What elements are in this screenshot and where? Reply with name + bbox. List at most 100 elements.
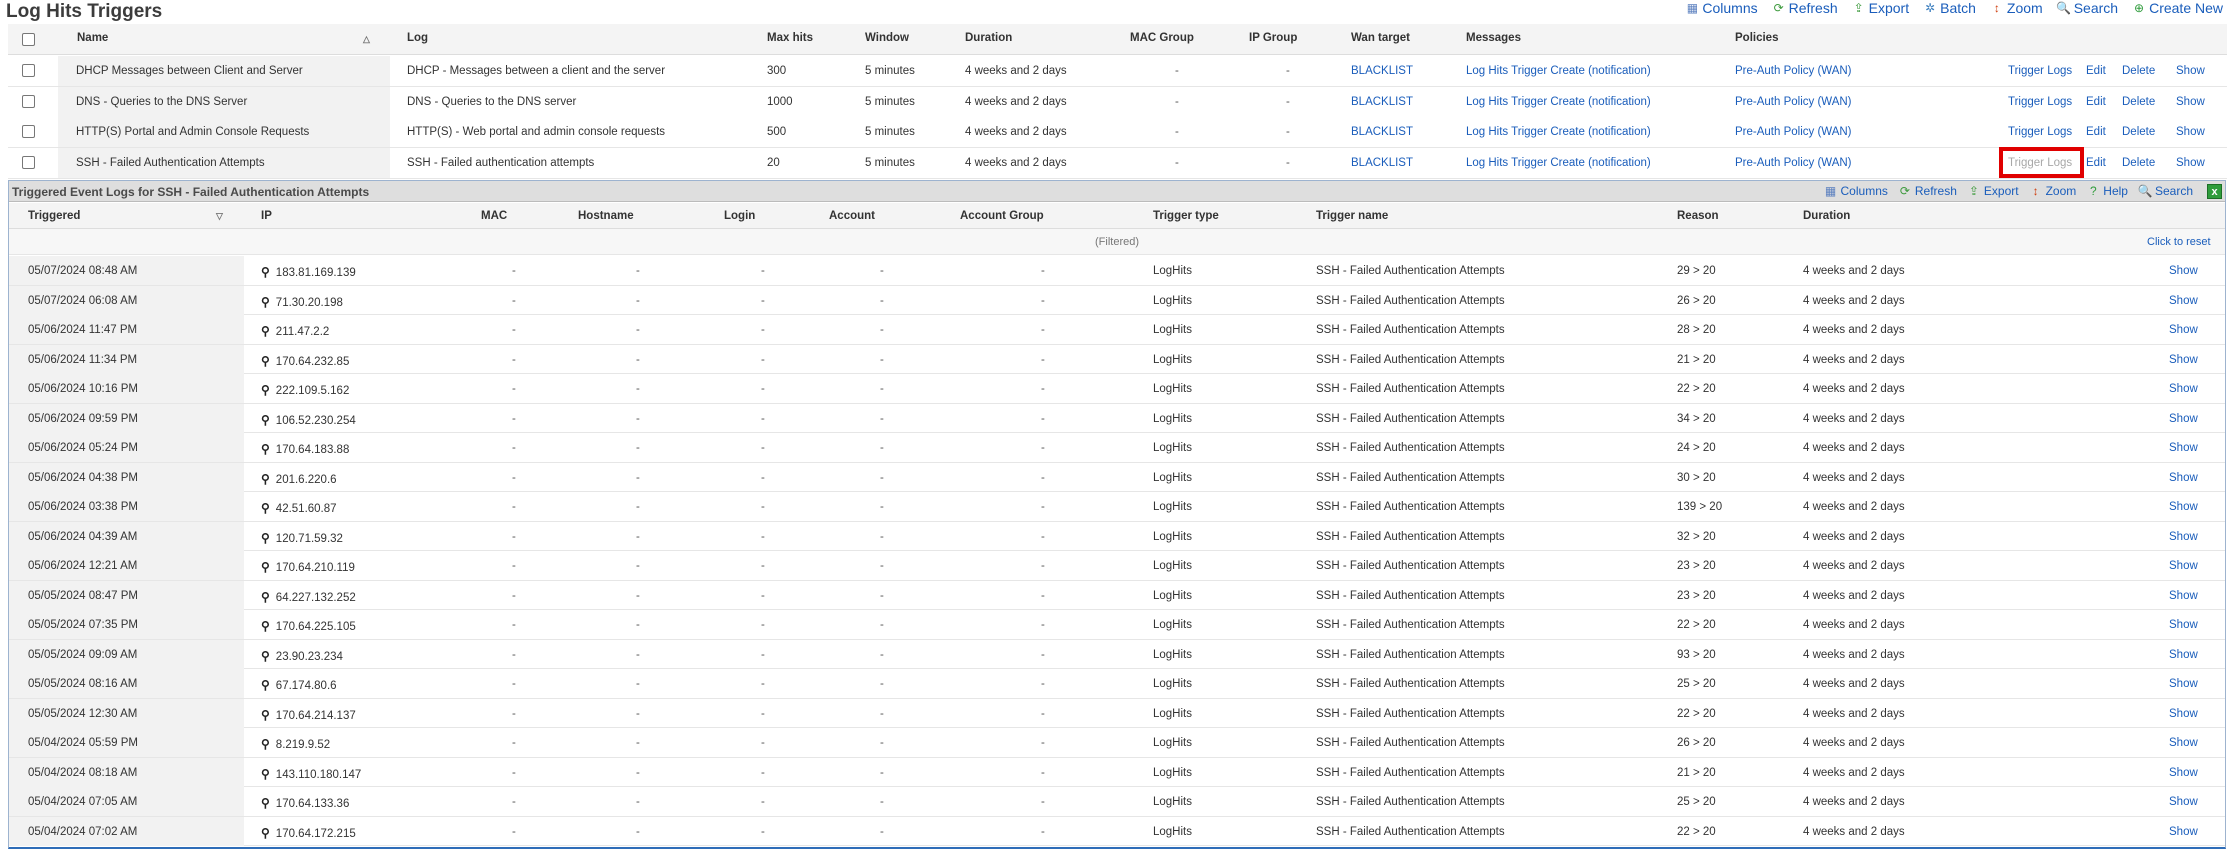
create-new-button[interactable]: ⊕ Create New <box>2132 0 2223 16</box>
magnifier-icon[interactable]: ⚲ <box>261 619 270 633</box>
wan-target-link[interactable]: BLACKLIST <box>1351 126 1413 138</box>
magnifier-icon[interactable]: ⚲ <box>261 796 270 810</box>
close-icon[interactable]: x <box>2207 184 2222 199</box>
export-button[interactable]: ⇪ Export <box>1852 0 1910 16</box>
col-triggered-header[interactable]: Triggered <box>28 210 80 222</box>
col-reason-header[interactable]: Reason <box>1677 210 1719 222</box>
columns-button[interactable]: ▦ Columns <box>1824 184 1888 198</box>
magnifier-icon[interactable]: ⚲ <box>261 413 270 427</box>
zoom-button[interactable]: ↕ Zoom <box>2029 184 2077 198</box>
policy-link[interactable]: Pre-Auth Policy (WAN) <box>1735 65 1852 77</box>
refresh-button[interactable]: ⟳ Refresh <box>1898 184 1957 198</box>
edit-link[interactable]: Edit <box>2086 65 2106 77</box>
show-link[interactable]: Show <box>2169 708 2198 720</box>
col-trigger-name-header[interactable]: Trigger name <box>1316 210 1388 222</box>
col-wan-target-header[interactable]: Wan target <box>1351 32 1410 44</box>
wan-target-link[interactable]: BLACKLIST <box>1351 65 1413 77</box>
search-button[interactable]: 🔍 Search <box>2056 0 2118 16</box>
export-button[interactable]: ⇪ Export <box>1967 184 2019 198</box>
search-button[interactable]: 🔍 Search <box>2138 184 2194 198</box>
col-duration-header[interactable]: Duration <box>1803 210 1850 222</box>
policy-link[interactable]: Pre-Auth Policy (WAN) <box>1735 157 1852 169</box>
show-link[interactable]: Show <box>2169 383 2198 395</box>
delete-link[interactable]: Delete <box>2122 126 2155 138</box>
row-checkbox[interactable] <box>22 155 35 169</box>
magnifier-icon[interactable]: ⚲ <box>261 826 270 840</box>
edit-link[interactable]: Edit <box>2086 157 2106 169</box>
magnifier-icon[interactable]: ⚲ <box>261 354 270 368</box>
trigger-logs-link[interactable]: Trigger Logs <box>2008 65 2072 77</box>
reset-filter-link[interactable]: Click to reset <box>2147 236 2211 248</box>
col-max-hits-header[interactable]: Max hits <box>767 32 813 44</box>
delete-link[interactable]: Delete <box>2122 157 2155 169</box>
show-link[interactable]: Show <box>2176 96 2205 108</box>
magnifier-icon[interactable]: ⚲ <box>261 590 270 604</box>
select-all-checkbox[interactable] <box>22 33 35 46</box>
show-link[interactable]: Show <box>2169 560 2198 572</box>
row-checkbox[interactable] <box>22 64 35 77</box>
show-link[interactable]: Show <box>2169 649 2198 661</box>
magnifier-icon[interactable]: ⚲ <box>261 678 270 692</box>
col-account-group-header[interactable]: Account Group <box>960 210 1044 222</box>
sort-asc-icon[interactable]: △ <box>363 34 370 45</box>
messages-link[interactable]: Log Hits Trigger Create (notification) <box>1466 126 1651 138</box>
policy-link[interactable]: Pre-Auth Policy (WAN) <box>1735 96 1852 108</box>
show-link[interactable]: Show <box>2169 767 2198 779</box>
delete-link[interactable]: Delete <box>2122 65 2155 77</box>
magnifier-icon[interactable]: ⚲ <box>261 708 270 722</box>
wan-target-link[interactable]: BLACKLIST <box>1351 96 1413 108</box>
col-hostname-header[interactable]: Hostname <box>578 210 634 222</box>
magnifier-icon[interactable]: ⚲ <box>261 531 270 545</box>
show-link[interactable]: Show <box>2169 295 2198 307</box>
batch-button[interactable]: ✲ Batch <box>1923 0 1976 16</box>
sort-desc-icon[interactable]: ▽ <box>216 211 223 222</box>
show-link[interactable]: Show <box>2169 413 2198 425</box>
policy-link[interactable]: Pre-Auth Policy (WAN) <box>1735 126 1852 138</box>
edit-link[interactable]: Edit <box>2086 126 2106 138</box>
col-ip-header[interactable]: IP <box>261 210 272 222</box>
magnifier-icon[interactable]: ⚲ <box>261 560 270 574</box>
trigger-logs-link[interactable]: Trigger Logs <box>2008 126 2072 138</box>
col-window-header[interactable]: Window <box>865 32 909 44</box>
show-link[interactable]: Show <box>2169 472 2198 484</box>
show-link[interactable]: Show <box>2169 265 2198 277</box>
magnifier-icon[interactable]: ⚲ <box>261 295 270 309</box>
col-policies-header[interactable]: Policies <box>1735 32 1778 44</box>
col-trigger-type-header[interactable]: Trigger type <box>1153 210 1219 222</box>
magnifier-icon[interactable]: ⚲ <box>261 472 270 486</box>
show-link[interactable]: Show <box>2176 126 2205 138</box>
show-link[interactable]: Show <box>2169 678 2198 690</box>
magnifier-icon[interactable]: ⚲ <box>261 737 270 751</box>
edit-link[interactable]: Edit <box>2086 96 2106 108</box>
messages-link[interactable]: Log Hits Trigger Create (notification) <box>1466 157 1651 169</box>
trigger-logs-link[interactable]: Trigger Logs <box>2008 96 2072 108</box>
messages-link[interactable]: Log Hits Trigger Create (notification) <box>1466 65 1651 77</box>
col-log-header[interactable]: Log <box>407 32 428 44</box>
col-duration-header[interactable]: Duration <box>965 32 1012 44</box>
col-login-header[interactable]: Login <box>724 210 755 222</box>
help-button[interactable]: ? Help <box>2086 184 2128 198</box>
delete-link[interactable]: Delete <box>2122 96 2155 108</box>
wan-target-link[interactable]: BLACKLIST <box>1351 157 1413 169</box>
show-link[interactable]: Show <box>2169 501 2198 513</box>
magnifier-icon[interactable]: ⚲ <box>261 501 270 515</box>
show-link[interactable]: Show <box>2176 65 2205 77</box>
show-link[interactable]: Show <box>2176 157 2205 169</box>
col-mac-group-header[interactable]: MAC Group <box>1130 32 1194 44</box>
magnifier-icon[interactable]: ⚲ <box>261 383 270 397</box>
show-link[interactable]: Show <box>2169 354 2198 366</box>
messages-link[interactable]: Log Hits Trigger Create (notification) <box>1466 96 1651 108</box>
show-link[interactable]: Show <box>2169 796 2198 808</box>
show-link[interactable]: Show <box>2169 619 2198 631</box>
col-ip-group-header[interactable]: IP Group <box>1249 32 1297 44</box>
show-link[interactable]: Show <box>2169 826 2198 838</box>
col-mac-header[interactable]: MAC <box>481 210 507 222</box>
zoom-button[interactable]: ↕ Zoom <box>1990 0 2043 16</box>
magnifier-icon[interactable]: ⚲ <box>261 324 270 338</box>
col-account-header[interactable]: Account <box>829 210 875 222</box>
col-name-header[interactable]: Name <box>77 32 108 44</box>
show-link[interactable]: Show <box>2169 442 2198 454</box>
refresh-button[interactable]: ⟳ Refresh <box>1772 0 1838 16</box>
show-link[interactable]: Show <box>2169 531 2198 543</box>
show-link[interactable]: Show <box>2169 737 2198 749</box>
